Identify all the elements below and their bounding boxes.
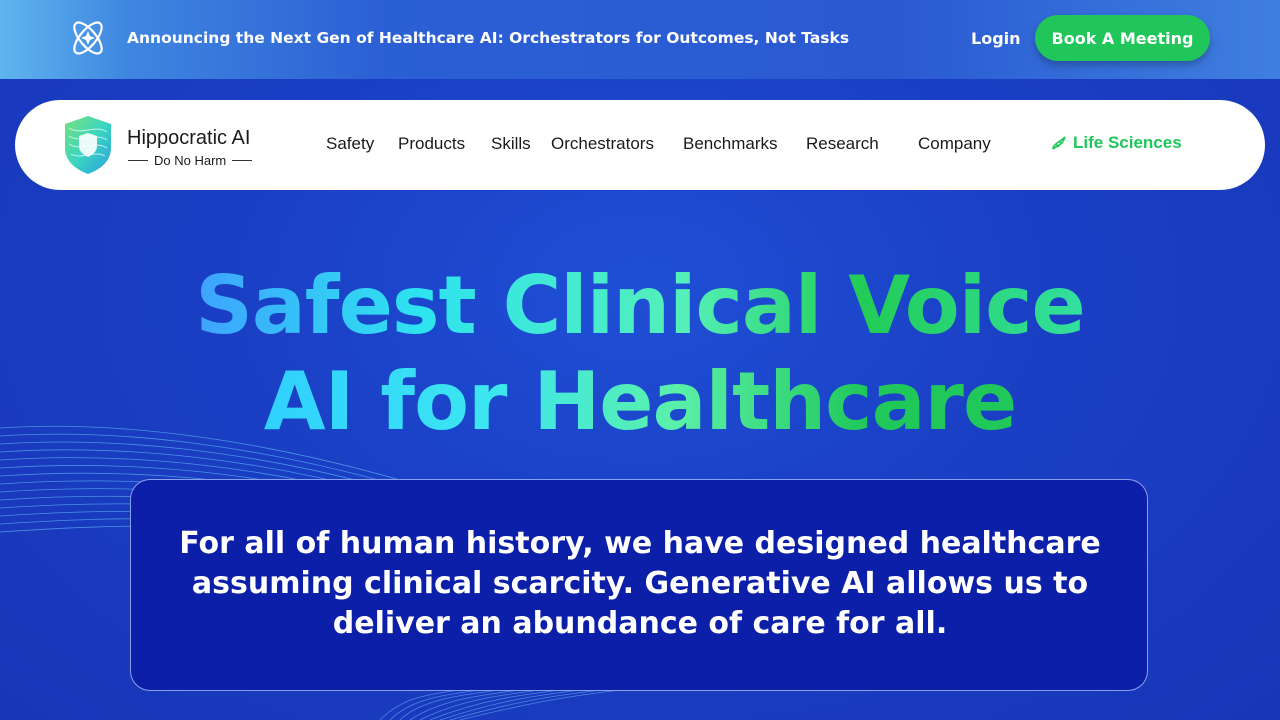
nav-item-safety[interactable]: Safety	[326, 134, 374, 154]
login-link[interactable]: Login	[971, 29, 1021, 48]
nav-item-company[interactable]: Company	[918, 134, 991, 154]
dna-icon	[1052, 136, 1066, 150]
announcement-text[interactable]: Announcing the Next Gen of Healthcare AI…	[127, 29, 849, 47]
brand-tagline: Do No Harm	[128, 153, 253, 168]
nav-item-skills[interactable]: Skills	[491, 134, 531, 154]
nav-item-orchestrators[interactable]: Orchestrators	[551, 134, 654, 154]
atom-star-icon	[73, 21, 103, 55]
main-nav: Hippocratic AI Do No Harm Safety Product…	[15, 100, 1265, 190]
brand-name[interactable]: Hippocratic AI	[127, 127, 250, 150]
tagline-text: Do No Harm	[154, 153, 227, 168]
nav-item-products[interactable]: Products	[398, 134, 465, 154]
nav-item-life-sciences[interactable]: Life Sciences	[1050, 133, 1182, 153]
mission-statement-card: For all of human history, we have design…	[130, 479, 1148, 691]
announcement-bar: Announcing the Next Gen of Healthcare AI…	[0, 0, 1280, 79]
hero-headline-text-2: AI for Healthcare	[263, 355, 1018, 448]
hero-headline-line2: AI for Healthcare	[0, 354, 1280, 450]
hero-headline-line1: Safest Clinical Voice	[0, 258, 1280, 354]
book-meeting-button[interactable]: Book A Meeting	[1035, 15, 1210, 61]
hero-headline-text-1: Safest Clinical Voice	[195, 259, 1086, 352]
shield-logo-icon[interactable]	[61, 114, 115, 176]
tagline-dash-left	[128, 160, 148, 161]
mission-statement-text: For all of human history, we have design…	[179, 526, 1101, 641]
tagline-dash-right	[232, 160, 253, 161]
life-sciences-label: Life Sciences	[1073, 133, 1182, 152]
nav-item-research[interactable]: Research	[806, 134, 879, 154]
nav-item-benchmarks[interactable]: Benchmarks	[683, 134, 777, 154]
